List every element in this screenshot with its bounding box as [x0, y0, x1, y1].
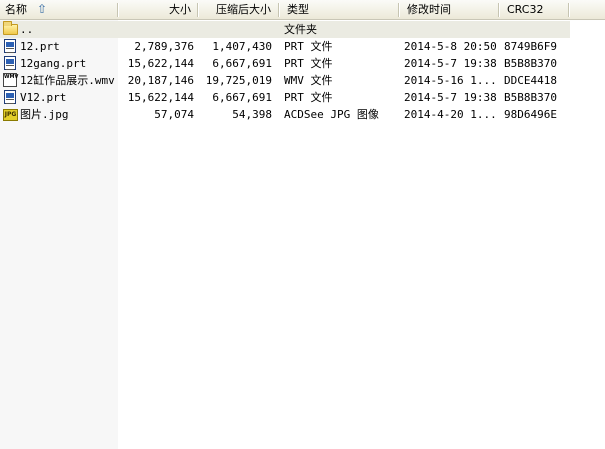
file-name: 12gang.prt	[20, 57, 87, 70]
file-crc: B5B8B370	[504, 57, 557, 70]
file-row[interactable]: JPG 图片.jpg 57,074 54,398 ACDSee JPG 图像 2…	[0, 106, 570, 123]
prt-file-icon	[4, 56, 16, 70]
file-compressed-size: 6,667,691	[212, 57, 272, 70]
prt-file-icon	[4, 39, 16, 53]
sort-ascending-icon: ⇧	[37, 2, 48, 16]
file-compressed-size: 6,667,691	[212, 91, 272, 104]
column-header-name-label: 名称	[5, 3, 27, 16]
file-size: 15,622,144	[127, 57, 194, 70]
column-divider[interactable]	[568, 3, 570, 17]
file-crc: DDCE4418	[504, 74, 557, 87]
file-row[interactable]: 12gang.prt 15,622,144 6,667,691 PRT 文件 2…	[0, 55, 570, 72]
file-name: 12.prt	[20, 40, 60, 53]
file-type: PRT 文件	[284, 91, 333, 104]
column-header-crc[interactable]: CRC32	[502, 0, 568, 19]
column-header-modified-label: 修改时间	[407, 3, 451, 16]
file-modified: 2014-5-8 20:50	[404, 40, 496, 53]
file-modified: 2014-5-7 19:38	[404, 57, 496, 70]
file-size: 2,789,376	[134, 40, 194, 53]
file-size: 57,074	[154, 108, 194, 121]
wmv-file-icon: WMV	[3, 73, 18, 87]
file-compressed-size: 54,398	[232, 108, 272, 121]
file-crc: 8749B6F9	[504, 40, 557, 53]
column-header-bar: 名称 ⇧ 大小 压缩后大小 类型 修改时间 CRC32	[0, 0, 605, 20]
file-row[interactable]: 12.prt 2,789,376 1,407,430 PRT 文件 2014-5…	[0, 38, 570, 55]
file-compressed-size: 19,725,019	[205, 74, 272, 87]
file-modified: 2014-5-7 19:38	[404, 91, 496, 104]
file-size: 15,622,144	[127, 91, 194, 104]
file-name: 12缸作品展示.wmv	[20, 74, 115, 87]
file-crc: B5B8B370	[504, 91, 557, 104]
file-modified: 2014-5-16 1...	[404, 74, 496, 87]
prt-file-icon	[4, 90, 16, 104]
column-header-compressed[interactable]: 压缩后大小	[199, 0, 276, 19]
jpg-file-icon: JPG	[3, 109, 18, 121]
file-row[interactable]: V12.prt 15,622,144 6,667,691 PRT 文件 2014…	[0, 89, 570, 106]
column-header-type-label: 类型	[287, 3, 309, 16]
file-modified: 2014-4-20 1...	[404, 108, 496, 121]
file-crc: 98D6496E	[504, 108, 557, 121]
column-header-name[interactable]: 名称 ⇧	[0, 0, 118, 19]
file-row[interactable]: WMV 12缸作品展示.wmv 20,187,146 19,725,019 WM…	[0, 72, 570, 89]
file-compressed-size: 1,407,430	[212, 40, 272, 53]
column-header-modified[interactable]: 修改时间	[402, 0, 498, 19]
column-header-type[interactable]: 类型	[282, 0, 398, 19]
column-header-compressed-label: 压缩后大小	[216, 3, 271, 16]
file-type: WMV 文件	[284, 74, 333, 87]
file-type: ACDSee JPG 图像	[284, 108, 379, 121]
column-divider[interactable]	[278, 3, 280, 17]
file-type: PRT 文件	[284, 57, 333, 70]
column-divider[interactable]	[398, 3, 400, 17]
folder-icon	[3, 21, 18, 35]
file-type: PRT 文件	[284, 40, 333, 53]
parent-folder-row[interactable]: .. 文件夹	[0, 21, 570, 38]
column-divider[interactable]	[498, 3, 500, 17]
column-header-crc-label: CRC32	[507, 3, 544, 16]
column-header-size-label: 大小	[169, 3, 191, 16]
file-name: 图片.jpg	[20, 108, 69, 121]
parent-folder-type: 文件夹	[284, 23, 317, 36]
parent-folder-name: ..	[20, 23, 34, 36]
column-header-size[interactable]: 大小	[119, 0, 196, 19]
file-name: V12.prt	[20, 91, 67, 104]
file-size: 20,187,146	[127, 74, 194, 87]
